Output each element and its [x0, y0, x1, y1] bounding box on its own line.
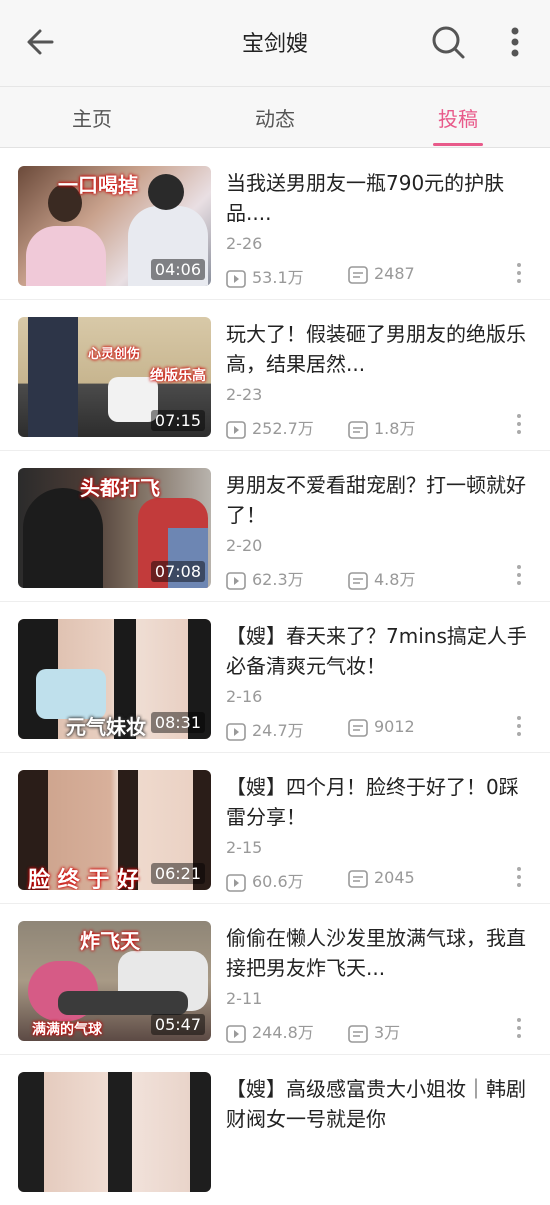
play-icon	[226, 873, 246, 892]
tab-submissions[interactable]: 投稿	[398, 103, 518, 132]
video-date: 2-20	[226, 536, 263, 555]
thumbnail-caption: 元气妹妆	[66, 715, 146, 739]
comment-count: 1.8万	[348, 415, 415, 439]
search-button[interactable]	[428, 22, 468, 62]
play-icon	[226, 571, 246, 590]
top-bar: 宝剑嫂	[0, 0, 550, 87]
view-count: 252.7万	[226, 415, 314, 439]
comment-icon	[348, 869, 368, 888]
video-date: 2-15	[226, 838, 263, 857]
video-title[interactable]: 男朋友不爱看甜宠剧？打一顿就好了！	[226, 470, 531, 530]
play-icon	[226, 722, 246, 741]
comment-icon	[348, 420, 368, 439]
comment-count: 2045	[348, 868, 415, 888]
video-date: 2-26	[226, 234, 263, 253]
video-item[interactable]: 心灵创伤 绝版乐高 07:15 玩大了！假装砸了男朋友的绝版乐高，结果居然...…	[0, 299, 550, 451]
view-count: 60.6万	[226, 868, 304, 892]
more-vertical-icon	[517, 716, 521, 736]
more-vertical-icon	[517, 414, 521, 434]
thumbnail-caption: 一口喝掉	[58, 173, 138, 197]
more-button[interactable]	[498, 22, 532, 62]
comment-count: 2487	[348, 264, 415, 284]
video-thumbnail[interactable]: 炸飞天 满满的气球 05:47	[18, 921, 211, 1041]
item-more-button[interactable]	[510, 260, 528, 286]
video-duration: 05:47	[150, 1014, 205, 1035]
search-icon	[432, 26, 465, 59]
item-more-button[interactable]	[510, 562, 528, 588]
comment-icon	[348, 718, 368, 737]
tab-dynamics[interactable]: 动态	[215, 103, 335, 132]
thumbnail-caption: 炸飞天	[80, 929, 140, 953]
view-count: 62.3万	[226, 566, 304, 590]
tab-active-indicator	[433, 143, 483, 146]
item-more-button[interactable]	[510, 411, 528, 437]
video-title[interactable]: 【嫂】高级感富贵大小姐妆｜韩剧财阀女一号就是你	[226, 1074, 531, 1134]
thumbnail-caption: 心灵创伤	[88, 347, 141, 362]
video-duration: 04:06	[150, 259, 205, 280]
more-vertical-icon	[517, 1018, 521, 1038]
video-duration: 06:21	[150, 863, 205, 884]
play-icon	[226, 420, 246, 439]
video-item[interactable]: 炸飞天 满满的气球 05:47 偷偷在懒人沙发里放满气球，我直接把男友炸飞天..…	[0, 903, 550, 1055]
view-count: 53.1万	[226, 264, 304, 288]
view-count: 244.8万	[226, 1019, 314, 1043]
more-vertical-icon	[517, 565, 521, 585]
video-date: 2-23	[226, 385, 263, 404]
more-vertical-icon	[517, 867, 521, 887]
video-thumbnail[interactable]	[18, 1072, 211, 1192]
video-item[interactable]: 元气妹妆 08:31 【嫂】春天来了？7mins搞定人手必备清爽元气妆！ 2-1…	[0, 601, 550, 753]
video-title[interactable]: 当我送男朋友一瓶790元的护肤品....	[226, 168, 531, 228]
video-thumbnail[interactable]: 一口喝掉 04:06	[18, 166, 211, 286]
video-date: 2-16	[226, 687, 263, 706]
video-duration: 07:08	[150, 561, 205, 582]
comment-count: 4.8万	[348, 566, 415, 590]
video-item[interactable]: 一口喝掉 04:06 当我送男朋友一瓶790元的护肤品.... 2-26 53.…	[0, 148, 550, 300]
video-thumbnail[interactable]: 心灵创伤 绝版乐高 07:15	[18, 317, 211, 437]
thumbnail-caption: 满满的气球	[32, 1022, 102, 1038]
video-item[interactable]: 脸 终 于 好 06:21 【嫂】四个月！脸终于好了！0踩雷分享！ 2-15 6…	[0, 752, 550, 904]
video-duration: 07:15	[150, 410, 205, 431]
comment-count: 9012	[348, 717, 415, 737]
video-duration: 08:31	[150, 712, 205, 733]
tab-home[interactable]: 主页	[32, 103, 152, 132]
tab-bar: 主页 动态 投稿	[0, 87, 550, 148]
video-item[interactable]: 【嫂】高级感富贵大小姐妆｜韩剧财阀女一号就是你	[0, 1054, 550, 1205]
comment-icon	[348, 1024, 368, 1043]
comment-icon	[348, 265, 368, 284]
video-date: 2-11	[226, 989, 263, 1008]
view-count: 24.7万	[226, 717, 304, 741]
video-title[interactable]: 【嫂】春天来了？7mins搞定人手必备清爽元气妆！	[226, 621, 531, 681]
item-more-button[interactable]	[510, 713, 528, 739]
thumbnail-caption: 脸 终 于 好	[28, 868, 139, 890]
thumbnail-caption: 头都打飞	[80, 476, 160, 500]
thumbnail-caption: 绝版乐高	[150, 368, 206, 384]
play-icon	[226, 269, 246, 288]
video-thumbnail[interactable]: 脸 终 于 好 06:21	[18, 770, 211, 890]
video-item[interactable]: 头都打飞 07:08 男朋友不爱看甜宠剧？打一顿就好了！ 2-20 62.3万 …	[0, 450, 550, 602]
video-thumbnail[interactable]: 头都打飞 07:08	[18, 468, 211, 588]
video-title[interactable]: 【嫂】四个月！脸终于好了！0踩雷分享！	[226, 772, 531, 832]
more-vertical-icon	[511, 27, 519, 57]
more-vertical-icon	[517, 263, 521, 283]
play-icon	[226, 1024, 246, 1043]
comment-icon	[348, 571, 368, 590]
video-title[interactable]: 偷偷在懒人沙发里放满气球，我直接把男友炸飞天...	[226, 923, 531, 983]
video-title[interactable]: 玩大了！假装砸了男朋友的绝版乐高，结果居然...	[226, 319, 531, 379]
item-more-button[interactable]	[510, 1015, 528, 1041]
comment-count: 3万	[348, 1019, 400, 1043]
video-thumbnail[interactable]: 元气妹妆 08:31	[18, 619, 211, 739]
item-more-button[interactable]	[510, 864, 528, 890]
